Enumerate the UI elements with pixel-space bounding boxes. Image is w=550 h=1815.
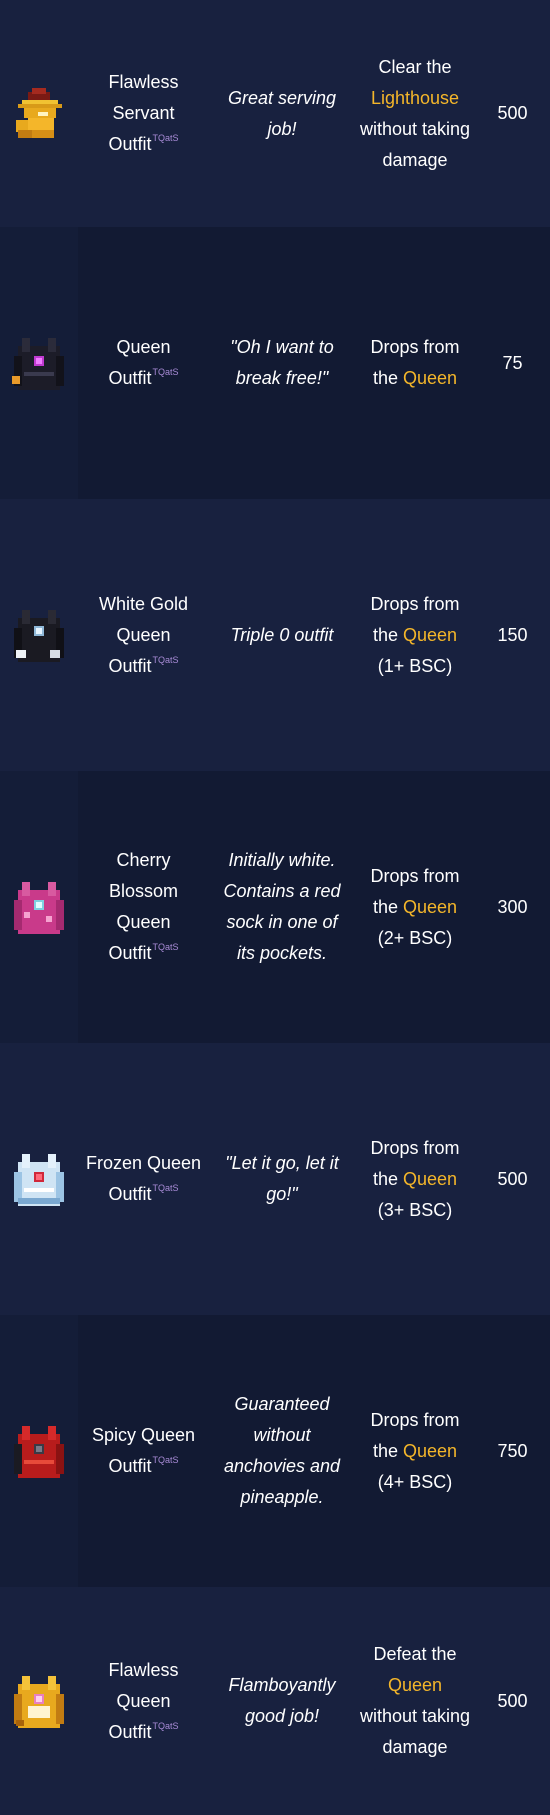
outfit-cost: 300 [497, 896, 528, 917]
unlock-condition: Drops from the Queen (4+ BSC) [370, 1409, 460, 1492]
outfit-name: Queen OutfitTQatS [108, 337, 179, 388]
queen-link[interactable]: Queen [403, 625, 457, 645]
tqats-tag: TQatS [152, 1455, 179, 1465]
unlock-condition: Drops from the Queen (1+ BSC) [370, 593, 460, 676]
unlock-condition: Drops from the Queen [370, 337, 460, 388]
flawless-queen-outfit-icon [0, 1587, 78, 1815]
outfit-cost: 750 [497, 1440, 528, 1461]
outfit-cost: 150 [497, 624, 528, 645]
outfit-name: Frozen Queen OutfitTQatS [85, 1153, 202, 1204]
outfit-description: Guaranteed without anchovies and pineapp… [223, 1394, 341, 1507]
table-row: Flawless Queen OutfitTQatS Flamboyantly … [0, 1587, 550, 1815]
outfit-description: Great serving job! [227, 87, 337, 139]
outfit-description: Flamboyantly good job! [228, 1675, 336, 1726]
outfit-cost: 75 [502, 352, 523, 373]
outfit-description: "Let it go, let it go!" [225, 1153, 339, 1204]
table-row: Queen OutfitTQatS "Oh I want to break fr… [0, 227, 550, 499]
table-row: Flawless Servant OutfitTQatS Great servi… [0, 0, 550, 227]
cherry-blossom-queen-outfit-icon [0, 771, 78, 1043]
outfit-name: Flawless Servant OutfitTQatS [108, 72, 179, 154]
outfit-name: Spicy Queen OutfitTQatS [91, 1425, 196, 1476]
frozen-queen-outfit-icon [0, 1043, 78, 1315]
outfits-table: Flawless Servant OutfitTQatS Great servi… [0, 0, 550, 1815]
tqats-tag: TQatS [152, 367, 179, 377]
queen-link[interactable]: Queen [388, 1675, 442, 1695]
queen-link[interactable]: Queen [403, 368, 457, 388]
white-gold-queen-outfit-icon [0, 499, 78, 771]
table-row: White Gold Queen OutfitTQatS Triple 0 ou… [0, 499, 550, 771]
outfit-description: Triple 0 outfit [230, 624, 334, 645]
outfit-name: Cherry Blossom Queen OutfitTQatS [108, 850, 179, 963]
outfit-name: White Gold Queen OutfitTQatS [98, 593, 189, 676]
unlock-condition: Drops from the Queen (2+ BSC) [370, 865, 460, 948]
queen-link[interactable]: Queen [403, 897, 457, 917]
outfit-cost: 500 [497, 103, 528, 123]
dark-queen-outfit-icon [0, 227, 78, 499]
table-row: Cherry Blossom Queen OutfitTQatS Initial… [0, 771, 550, 1043]
outfit-description: "Oh I want to break free!" [230, 337, 334, 388]
queen-link[interactable]: Queen [403, 1441, 457, 1461]
table-row: Spicy Queen OutfitTQatS Guaranteed witho… [0, 1315, 550, 1587]
tqats-tag: TQatS [152, 133, 179, 143]
outfit-cost: 500 [497, 1690, 528, 1711]
tqats-tag: TQatS [152, 1720, 179, 1731]
serving-tray-lamp-icon [0, 0, 78, 227]
tqats-tag: TQatS [152, 1183, 179, 1193]
unlock-condition: Drops from the Queen (3+ BSC) [370, 1137, 460, 1220]
queen-link[interactable]: Queen [403, 1169, 457, 1189]
spicy-queen-outfit-icon [0, 1315, 78, 1587]
tqats-tag: TQatS [152, 654, 179, 665]
unlock-condition: Defeat the Queen without taking damage [359, 1644, 471, 1757]
outfit-description: Initially white. Contains a red sock in … [223, 850, 341, 963]
outfit-name: Flawless Queen OutfitTQatS [108, 1659, 179, 1742]
lighthouse-link[interactable]: Lighthouse [371, 88, 459, 108]
unlock-condition: Clear the Lighthouse without taking dama… [359, 56, 471, 170]
table-row: Frozen Queen OutfitTQatS "Let it go, let… [0, 1043, 550, 1315]
outfit-cost: 500 [497, 1168, 528, 1189]
tqats-tag: TQatS [152, 942, 179, 952]
